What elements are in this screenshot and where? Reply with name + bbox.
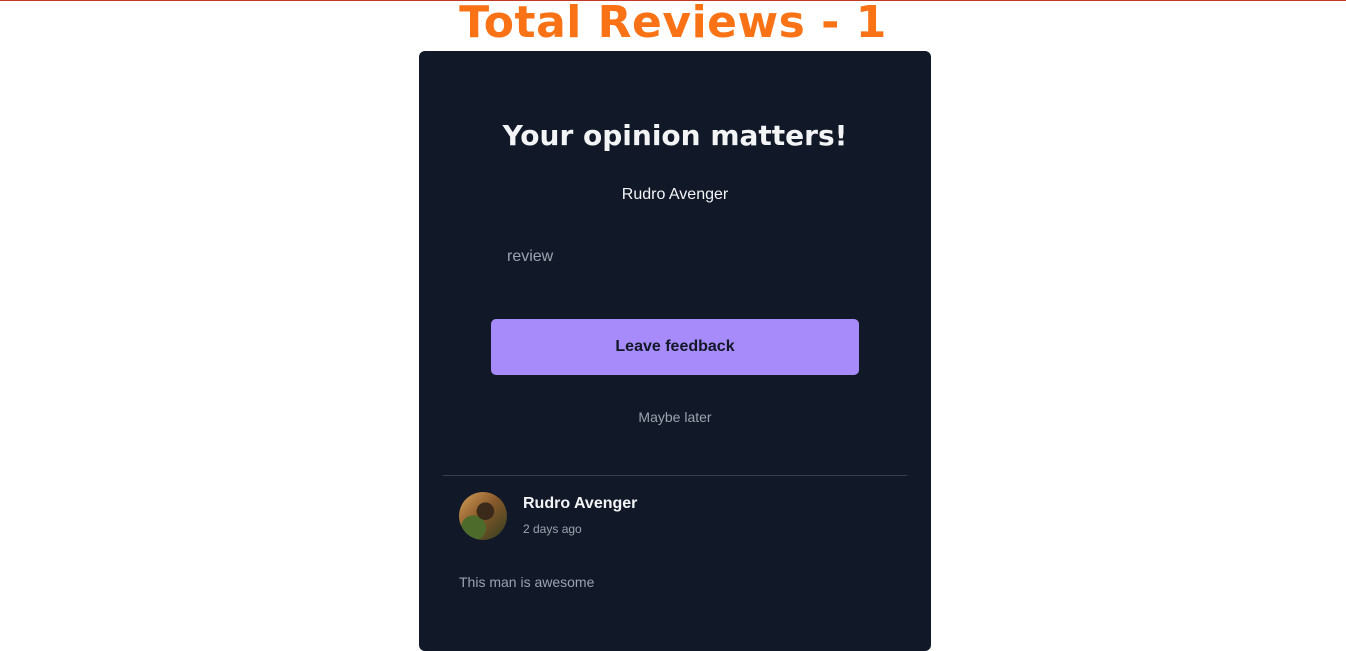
divider bbox=[443, 475, 907, 476]
leave-feedback-button[interactable]: Leave feedback bbox=[491, 319, 859, 375]
feedback-card: Your opinion matters! Rudro Avenger Leav… bbox=[419, 51, 931, 651]
review-timestamp: 2 days ago bbox=[523, 522, 582, 536]
card-heading: Your opinion matters! bbox=[502, 119, 848, 152]
avatar bbox=[459, 492, 507, 540]
current-user-name: Rudro Avenger bbox=[621, 186, 729, 203]
card-heading-wrap: Your opinion matters! bbox=[419, 122, 931, 150]
review-text: This man is awesome bbox=[459, 574, 595, 590]
review-input[interactable] bbox=[491, 235, 859, 283]
maybe-later-link[interactable]: Maybe later bbox=[419, 409, 931, 425]
page-title: Total Reviews - 1 bbox=[459, 0, 887, 48]
reviewer-name: Rudro Avenger bbox=[523, 495, 638, 512]
